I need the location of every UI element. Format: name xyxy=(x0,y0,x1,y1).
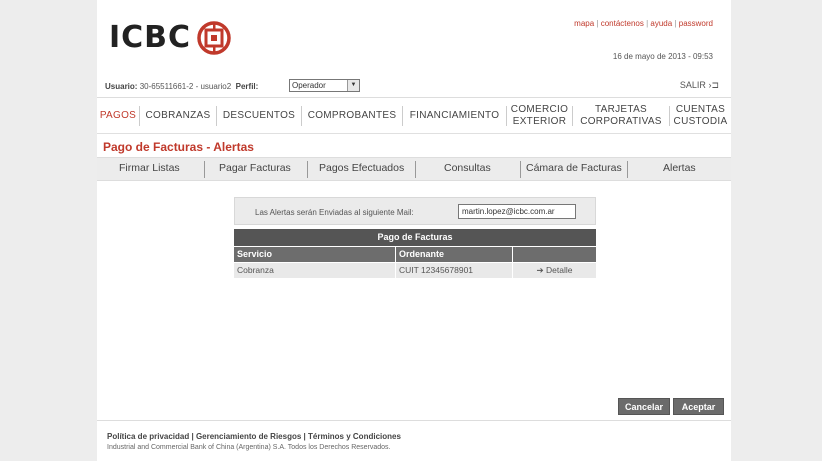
logo-text: ICBC xyxy=(109,20,192,55)
link-terminos[interactable]: Términos y Condiciones xyxy=(308,432,401,441)
main-nav: PAGOS COBRANZAS DESCUENTOS COMPROBANTES … xyxy=(97,98,731,134)
cancel-button[interactable]: Cancelar xyxy=(618,398,670,415)
nav-cobranzas[interactable]: COBRANZAS xyxy=(140,98,216,134)
header-action xyxy=(513,247,596,262)
icbc-emblem-icon xyxy=(197,20,231,55)
arrow-right-icon: ➔ xyxy=(536,265,546,275)
header-ordenante: Ordenante xyxy=(396,247,513,262)
tab-pagar-facturas[interactable]: Pagar Facturas xyxy=(219,162,291,174)
nav-financiamiento[interactable]: FINANCIAMIENTO xyxy=(403,98,506,134)
footer: Política de privacidad | Gerenciamiento … xyxy=(97,420,731,461)
cell-servicio: Cobranza xyxy=(234,263,396,278)
link-mapa[interactable]: mapa xyxy=(574,19,594,28)
cell-ordenante: CUIT 12345678901 xyxy=(396,263,513,278)
nav-tarjetas-corporativas[interactable]: TARJETAS CORPORATIVAS xyxy=(573,98,669,134)
user-label: Usuario: xyxy=(105,82,138,91)
link-riesgos[interactable]: Gerenciamiento de Riesgos xyxy=(196,432,301,441)
page-title: Pago de Facturas - Alertas xyxy=(103,140,254,154)
sub-nav: Firmar Listas Pagar Facturas Pagos Efect… xyxy=(97,157,731,181)
tab-camara-de-facturas[interactable]: Cámara de Facturas xyxy=(526,162,622,174)
table-header: Servicio Ordenante xyxy=(234,247,596,262)
logout-icon: ›⊐ xyxy=(708,80,719,90)
tab-pagos-efectuados[interactable]: Pagos Efectuados xyxy=(319,162,404,174)
detalle-link[interactable]: ➔ Detalle xyxy=(513,263,596,278)
icbc-logo[interactable]: ICBC xyxy=(109,20,231,55)
link-contactenos[interactable]: contáctenos xyxy=(601,19,644,28)
facturas-table: Pago de Facturas Servicio Ordenante Cobr… xyxy=(234,229,596,278)
page-container: ICBC mapa | contáctenos | ayuda | passwo… xyxy=(97,0,731,461)
nav-comercio-exterior[interactable]: COMERCIO EXTERIOR xyxy=(507,98,572,134)
alert-mail-label: Las Alertas serán Enviadas al siguiente … xyxy=(255,208,414,217)
profile-label: Perfil: xyxy=(235,82,259,91)
nav-cuentas-custodia[interactable]: CUENTAS CUSTODIA xyxy=(670,98,731,134)
tab-alertas[interactable]: Alertas xyxy=(663,162,696,174)
nav-comprobantes[interactable]: COMPROBANTES xyxy=(302,98,402,134)
logout-link[interactable]: SALIR ›⊐ xyxy=(680,80,719,91)
tab-firmar-listas[interactable]: Firmar Listas xyxy=(119,162,180,174)
alert-mail-box: Las Alertas serán Enviadas al siguiente … xyxy=(234,197,596,225)
alert-mail-input[interactable]: martin.lopez@icbc.com.ar xyxy=(458,204,576,219)
user-info: Usuario: 30-65511661-2 - usuario2 Perfil… xyxy=(105,82,258,91)
profile-select-value: Operador xyxy=(292,81,326,90)
link-ayuda[interactable]: ayuda xyxy=(650,19,672,28)
tab-consultas[interactable]: Consultas xyxy=(444,162,491,174)
top-links: mapa | contáctenos | ayuda | password xyxy=(574,19,713,28)
header-servicio: Servicio xyxy=(234,247,396,262)
accept-button[interactable]: Aceptar xyxy=(673,398,724,415)
logout-label: SALIR xyxy=(679,80,706,90)
chevron-down-icon: ▼ xyxy=(347,80,359,91)
user-value: 30-65511661-2 - usuario2 xyxy=(139,82,232,91)
nav-descuentos[interactable]: DESCUENTOS xyxy=(217,98,301,134)
nav-pagos[interactable]: PAGOS xyxy=(97,98,139,134)
link-privacidad[interactable]: Política de privacidad xyxy=(107,432,189,441)
profile-select[interactable]: Operador ▼ xyxy=(289,79,360,92)
user-bar: Usuario: 30-65511661-2 - usuario2 Perfil… xyxy=(97,74,731,98)
table-row: Cobranza CUIT 12345678901 ➔ Detalle xyxy=(234,263,596,278)
footer-links: Política de privacidad | Gerenciamiento … xyxy=(107,432,401,441)
table-caption: Pago de Facturas xyxy=(234,229,596,246)
detalle-label: Detalle xyxy=(546,265,573,275)
link-password[interactable]: password xyxy=(679,19,713,28)
current-date: 16 de mayo de 2013 - 09:53 xyxy=(612,52,713,61)
copyright: Industrial and Commercial Bank of China … xyxy=(107,444,391,451)
